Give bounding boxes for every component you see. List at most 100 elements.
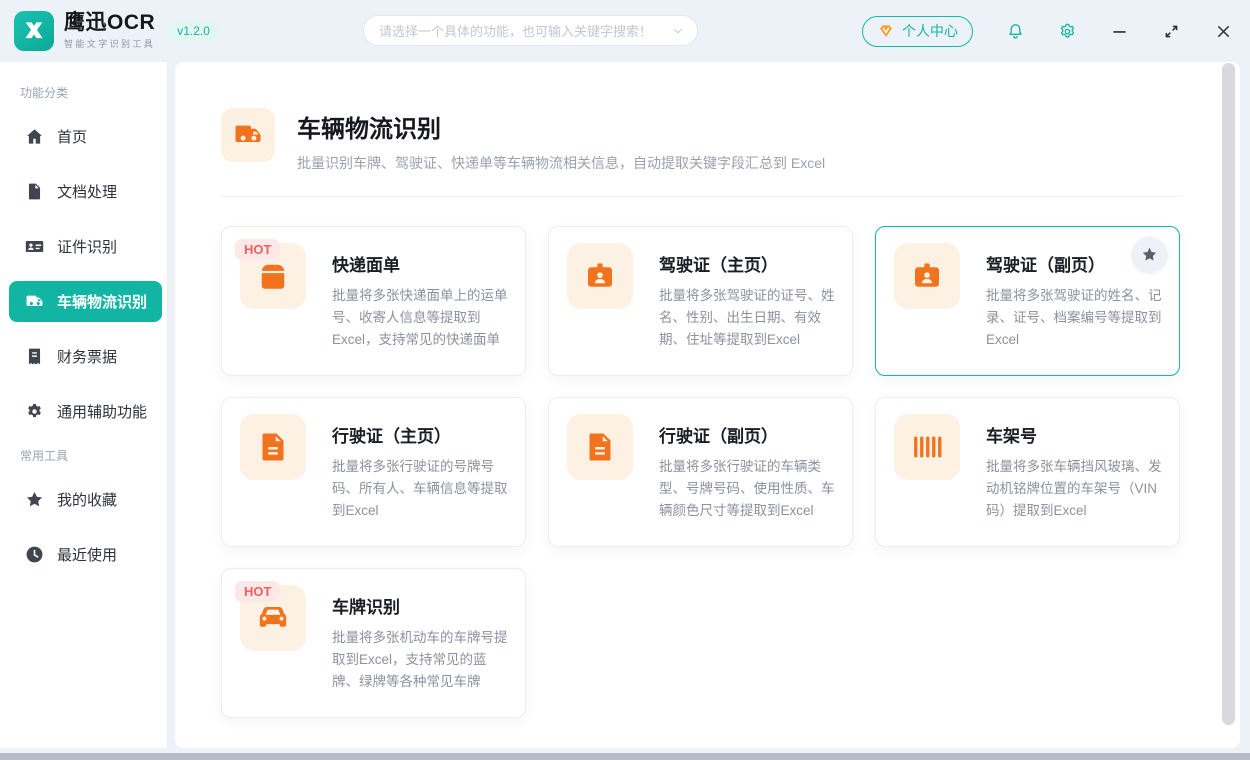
notifications-button[interactable]	[1006, 22, 1025, 41]
vertical-scrollbar[interactable]	[1222, 63, 1235, 725]
sidebar-item-label: 车辆物流识别	[57, 291, 147, 312]
truck-icon	[25, 292, 44, 311]
card-icon-box	[240, 414, 306, 480]
home-icon	[25, 127, 44, 146]
user-center-label: 个人中心	[902, 21, 958, 41]
sidebar: 功能分类首页文档处理证件识别车辆物流识别财务票据通用辅助功能常用工具我的收藏最近…	[0, 62, 168, 748]
topbar-right-controls: 个人中心	[862, 0, 1233, 62]
card-title: 快递面单	[332, 251, 511, 276]
card-description: 批量将多张驾驶证的证号、姓名、性别、出生日期、有效期、住址等提取到Excel	[659, 285, 838, 351]
sidebar-item-label: 我的收藏	[57, 489, 117, 510]
bell-icon	[1006, 22, 1025, 41]
card-title: 行驶证（副页）	[659, 422, 838, 447]
sidebar-item-label: 文档处理	[57, 181, 117, 202]
favorite-star-button[interactable]	[1132, 237, 1167, 272]
hot-badge: HOT	[235, 239, 280, 260]
sidebar-item-favorites[interactable]: 我的收藏	[0, 472, 167, 527]
sidebar-item-finance-invoices[interactable]: 财务票据	[0, 329, 167, 384]
window-minimize-button[interactable]	[1110, 22, 1129, 41]
sidebar-item-label: 通用辅助功能	[57, 401, 147, 422]
id-card-icon	[25, 237, 44, 256]
window-close-button[interactable]	[1214, 22, 1233, 41]
star-icon	[25, 490, 44, 509]
sidebar-item-id-recognition[interactable]: 证件识别	[0, 219, 167, 274]
card-vehicle-license-main[interactable]: 行驶证（主页） 批量将多张行驶证的号牌号码、所有人、车辆信息等提取到Excel	[221, 397, 526, 547]
minimize-icon	[1110, 22, 1129, 41]
id-badge-icon	[909, 258, 945, 294]
card-description: 批量将多张驾驶证的姓名、记录、证号、档案编号等提取到Excel	[986, 285, 1165, 351]
function-search-select[interactable]: 请选择一个具体的功能，也可输入关键字搜索！	[363, 15, 698, 46]
hot-badge: HOT	[235, 581, 280, 602]
package-icon	[255, 258, 291, 294]
page-header: 车辆物流识别 批量识别车牌、驾驶证、快递单等车辆物流相关信息，自动提取关键字段汇…	[221, 108, 825, 173]
card-vehicle-license-sub[interactable]: 行驶证（副页） 批量将多张行驶证的车辆类型、号牌号码、使用性质、车辆颜色尺寸等提取…	[548, 397, 853, 547]
main-panel: 车辆物流识别 批量识别车牌、驾驶证、快递单等车辆物流相关信息，自动提取关键字段汇…	[175, 62, 1240, 748]
sidebar-item-label: 财务票据	[57, 346, 117, 367]
vip-diamond-icon	[877, 22, 895, 40]
car-icon	[255, 600, 291, 636]
page-header-text: 车辆物流识别 批量识别车牌、驾驶证、快递单等车辆物流相关信息，自动提取关键字段汇…	[297, 108, 825, 173]
feature-card-grid: HOT 快递面单批量将多张快递面单上的运单号、收寄人信息等提取到Excel，支持常…	[221, 226, 1180, 718]
card-description: 批量将多张快递面单上的运单号、收寄人信息等提取到Excel，支持常见的快递面单	[332, 285, 511, 351]
card-body: 行驶证（主页） 批量将多张行驶证的号牌号码、所有人、车辆信息等提取到Excel	[332, 422, 511, 522]
resize-diagonal-icon	[1162, 22, 1181, 41]
card-body: 驾驶证（主页） 批量将多张驾驶证的证号、姓名、性别、出生日期、有效期、住址等提取到…	[659, 251, 838, 351]
app-title-block: 鹰迅OCR 智能文字识别工具	[64, 12, 155, 50]
topbar: 鹰迅OCR 智能文字识别工具 v1.2.0 请选择一个具体的功能，也可输入关键字…	[0, 0, 1250, 62]
card-icon-box	[567, 414, 633, 480]
card-body: 车牌识别批量将多张机动车的车牌号提取到Excel，支持常见的蓝牌、绿牌等各种常见…	[332, 593, 511, 693]
card-plate-recognition[interactable]: HOT 车牌识别批量将多张机动车的车牌号提取到Excel，支持常见的蓝牌、绿牌等各…	[221, 568, 526, 718]
card-icon-box	[894, 243, 960, 309]
window-resize-button[interactable]	[1162, 22, 1181, 41]
sidebar-item-label: 首页	[57, 126, 87, 147]
category-truck-icon	[221, 108, 275, 162]
sidebar-item-recent[interactable]: 最近使用	[0, 527, 167, 582]
file-icon	[25, 182, 44, 201]
card-body: 车架号批量将多张车辆挡风玻璃、发动机铭牌位置的车架号（VIN码）提取到Excel	[986, 422, 1165, 522]
chevron-down-icon	[671, 24, 685, 38]
card-express-waybill[interactable]: HOT 快递面单批量将多张快递面单上的运单号、收寄人信息等提取到Excel，支持常…	[221, 226, 526, 376]
card-driver-license-main[interactable]: 驾驶证（主页） 批量将多张驾驶证的证号、姓名、性别、出生日期、有效期、住址等提取到…	[548, 226, 853, 376]
card-vin-code[interactable]: 车架号批量将多张车辆挡风玻璃、发动机铭牌位置的车架号（VIN码）提取到Excel	[875, 397, 1180, 547]
close-icon	[1214, 22, 1233, 41]
app-logo-icon	[14, 11, 54, 51]
card-body: 快递面单批量将多张快递面单上的运单号、收寄人信息等提取到Excel，支持常见的快…	[332, 251, 511, 351]
card-driver-license-sub[interactable]: 驾驶证（副页）批量将多张驾驶证的姓名、记录、证号、档案编号等提取到Excel	[875, 226, 1180, 376]
card-description: 批量将多张行驶证的车辆类型、号牌号码、使用性质、车辆颜色尺寸等提取到Excel	[659, 456, 838, 522]
card-title: 行驶证（主页）	[332, 422, 511, 447]
clock-icon	[25, 545, 44, 564]
sidebar-item-home[interactable]: 首页	[0, 109, 167, 164]
version-badge: v1.2.0	[168, 21, 219, 41]
card-description: 批量将多张行驶证的号牌号码、所有人、车辆信息等提取到Excel	[332, 456, 511, 522]
card-description: 批量将多张机动车的车牌号提取到Excel，支持常见的蓝牌、绿牌等各种常见车牌	[332, 627, 511, 693]
document-icon	[582, 429, 618, 465]
card-description: 批量将多张车辆挡风玻璃、发动机铭牌位置的车架号（VIN码）提取到Excel	[986, 456, 1165, 522]
page-title: 车辆物流识别	[297, 109, 825, 144]
user-center-button[interactable]: 个人中心	[862, 16, 973, 47]
header-divider	[221, 196, 1182, 197]
receipt-icon	[25, 347, 44, 366]
app-subtitle: 智能文字识别工具	[64, 37, 155, 50]
settings-button[interactable]	[1058, 22, 1077, 41]
card-body: 行驶证（副页） 批量将多张行驶证的车辆类型、号牌号码、使用性质、车辆颜色尺寸等提取…	[659, 422, 838, 522]
id-badge-icon	[582, 258, 618, 294]
sidebar-section-label: 功能分类	[0, 76, 167, 109]
app-name: 鹰迅OCR	[64, 12, 155, 34]
sidebar-item-general-tools[interactable]: 通用辅助功能	[0, 384, 167, 439]
card-icon-box	[894, 414, 960, 480]
page-subtitle: 批量识别车牌、驾驶证、快递单等车辆物流相关信息，自动提取关键字段汇总到 Exce…	[297, 153, 825, 173]
card-icon-box	[567, 243, 633, 309]
sidebar-item-label: 证件识别	[57, 236, 117, 257]
vin-barcode-icon	[909, 429, 945, 465]
document-icon	[255, 429, 291, 465]
sidebar-item-document-processing[interactable]: 文档处理	[0, 164, 167, 219]
star-icon	[1141, 246, 1158, 263]
gear-icon	[1058, 22, 1077, 41]
window-bottom-edge	[0, 753, 1250, 760]
search-placeholder: 请选择一个具体的功能，也可输入关键字搜索！	[379, 21, 671, 40]
sidebar-item-vehicle-logistics[interactable]: 车辆物流识别	[9, 281, 162, 322]
sidebar-item-label: 最近使用	[57, 544, 117, 565]
sidebar-section-label: 常用工具	[0, 439, 167, 472]
card-title: 驾驶证（主页）	[659, 251, 838, 276]
card-title: 车牌识别	[332, 593, 511, 618]
